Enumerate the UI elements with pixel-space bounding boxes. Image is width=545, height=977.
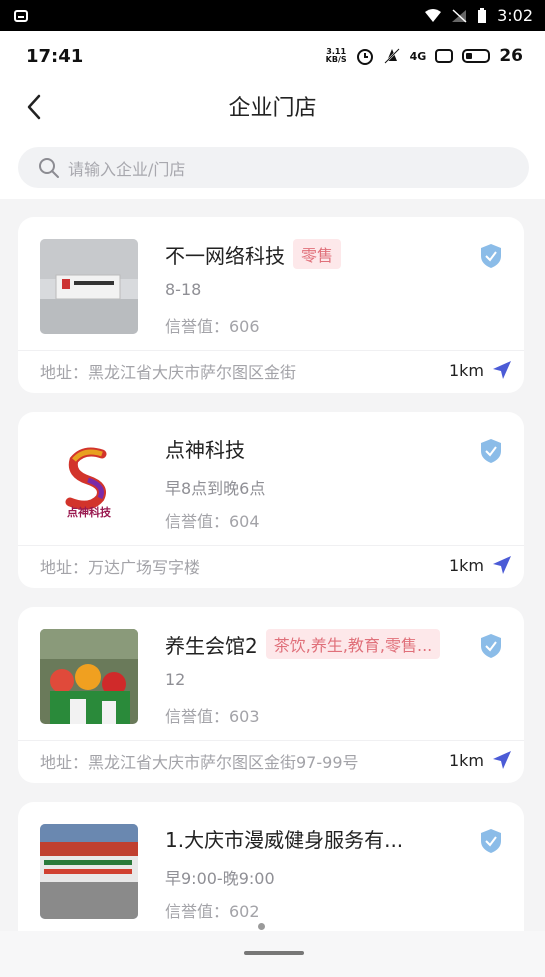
wifi-icon: [425, 8, 442, 22]
store-card[interactable]: 点神科技 点神科技 早8点到晚6点 信誉值：604 地址：万达广场写字楼 1km: [18, 412, 524, 588]
store-name: 点神科技: [165, 438, 245, 462]
distance-text: 1km: [448, 555, 484, 575]
search-input[interactable]: 请输入企业/门店: [18, 147, 529, 188]
distance-navigate[interactable]: 1km: [449, 555, 512, 575]
search-placeholder: 请输入企业/门店: [68, 159, 186, 179]
store-name: 1.大庆市漫威健身服务有...: [165, 828, 404, 852]
network-speed: 3.11 KB/S: [325, 47, 347, 64]
back-button[interactable]: [20, 93, 48, 121]
scroll-indicator-dot: [258, 923, 265, 930]
page-title: 企业门店: [228, 96, 317, 121]
store-thumbnail: [40, 824, 138, 919]
battery-icon: [478, 7, 487, 23]
search-section: 请输入企业/门店: [0, 131, 545, 199]
distance-navigate[interactable]: 1km: [449, 750, 512, 770]
search-icon: [39, 157, 59, 178]
store-thumbnail: [40, 239, 138, 334]
business-hours: 12: [165, 670, 186, 689]
verified-shield-icon: [481, 829, 501, 853]
distance-text: 1km: [448, 750, 484, 770]
distance-navigate[interactable]: 1km: [449, 360, 512, 380]
business-hours: 早8点到晚6点: [165, 479, 266, 498]
system-time: 3:02: [497, 6, 533, 25]
battery-level-icon: [462, 49, 491, 63]
status-time: 17:41: [26, 45, 84, 67]
category-tag: 茶饮,养生,教育,零售...: [265, 629, 441, 659]
store-card[interactable]: 不一网络科技 零售 8-18 信誉值：606 地址：黑龙江省大庆市萨尔图区金街 …: [18, 217, 524, 393]
alarm-icon: [356, 49, 373, 65]
store-name: 不一网络科技: [165, 243, 285, 268]
distance-text: 1km: [448, 360, 484, 380]
divider: [18, 740, 524, 741]
signal-icon: [452, 8, 467, 23]
verified-shield-icon: [481, 439, 501, 463]
logo-text: 点神科技: [67, 505, 112, 519]
store-list: 不一网络科技 零售 8-18 信誉值：606 地址：黑龙江省大庆市萨尔图区金街 …: [18, 217, 524, 977]
store-card[interactable]: 养生会馆2 茶饮,养生,教育,零售... 12 信誉值：603 地址：黑龙江省大…: [18, 607, 524, 783]
navigate-arrow-icon: [493, 556, 511, 574]
battery-percent: 26: [499, 46, 523, 66]
notification-icon: [14, 9, 28, 22]
status-bar: 17:41 3.11 KB/S 4G 26: [0, 31, 545, 81]
store-thumbnail: 点神科技: [40, 434, 138, 529]
store-address: 地址：万达广场写字楼: [40, 558, 201, 577]
credit-score: 信誉值：603: [165, 707, 260, 726]
credit-score: 信誉值：604: [165, 512, 260, 531]
home-indicator[interactable]: [244, 951, 304, 955]
navigate-arrow-icon: [493, 361, 511, 379]
chevron-left-icon: [27, 94, 41, 120]
credit-score: 信誉值：602: [165, 902, 260, 921]
credit-score: 信誉值：606: [165, 317, 260, 336]
verified-shield-icon: [481, 634, 501, 658]
mute-icon: [383, 48, 400, 64]
store-name: 养生会馆2: [165, 633, 258, 658]
verified-shield-icon: [481, 244, 501, 268]
store-address: 地址：黑龙江省大庆市萨尔图区金街: [40, 363, 297, 382]
system-status-bar: 3:02: [0, 0, 545, 31]
navigate-arrow-icon: [493, 751, 511, 769]
business-hours: 早9:00-晚9:00: [165, 869, 275, 888]
network-type: 4G: [409, 49, 427, 63]
nav-bar: 企业门店: [0, 81, 545, 131]
divider: [18, 350, 524, 351]
store-thumbnail: [40, 629, 138, 724]
hd-icon: [435, 49, 454, 63]
category-tag: 零售: [293, 239, 342, 269]
divider: [18, 545, 524, 546]
store-address: 地址：黑龙江省大庆市萨尔图区金街97-99号: [40, 753, 359, 772]
business-hours: 8-18: [165, 280, 202, 299]
